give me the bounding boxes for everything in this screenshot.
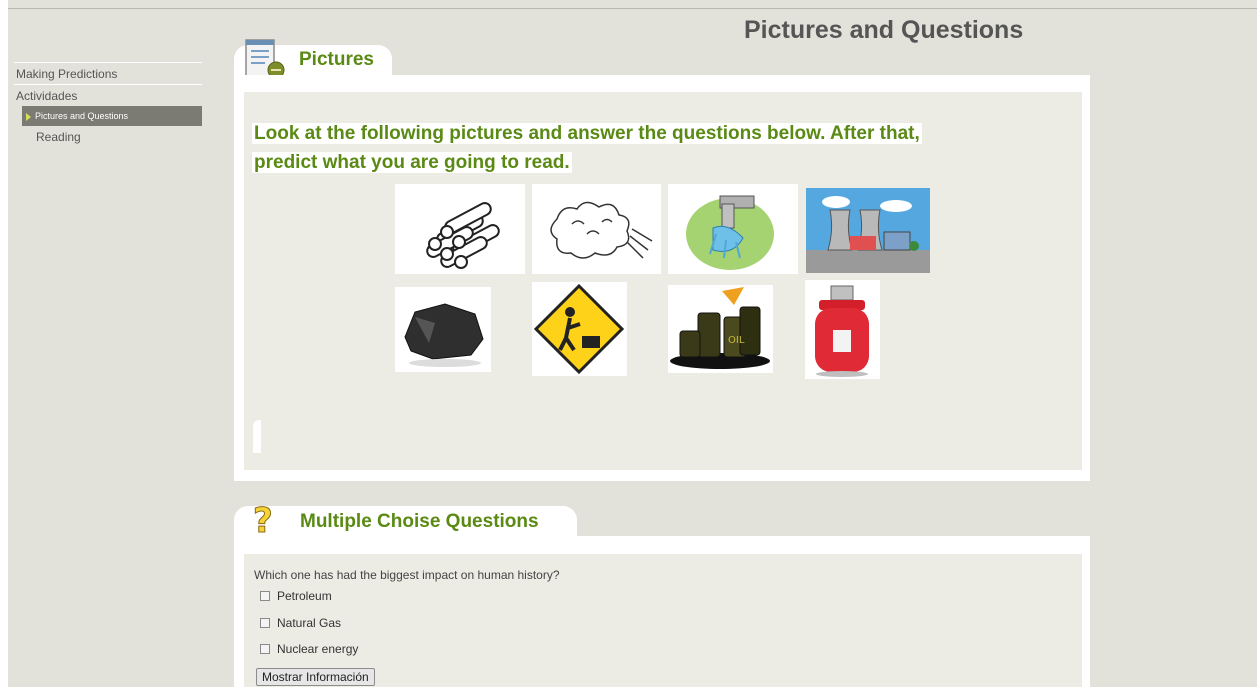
sidebar-item-pictures-and-questions[interactable]: Pictures and Questions	[22, 106, 202, 126]
instructions-line-1: Look at the following pictures and answe…	[252, 123, 922, 144]
sidebar-item-reading[interactable]: Reading	[14, 126, 202, 148]
sidebar-nav: Making Predictions Actividades Pictures …	[14, 62, 202, 148]
svg-text:?: ?	[253, 501, 273, 540]
top-divider	[8, 8, 1257, 9]
question-mark-icon: ?	[253, 501, 274, 541]
checkbox[interactable]	[260, 644, 270, 654]
option-label: Petroleum	[277, 589, 332, 603]
sidebar-item-making-predictions[interactable]: Making Predictions	[14, 62, 202, 84]
questions-tab-title: Multiple Choise Questions	[300, 511, 539, 532]
power-plant-image	[806, 188, 930, 273]
page-title: Pictures and Questions	[744, 16, 1024, 44]
instructions-text: Look at the following pictures and answe…	[252, 119, 1012, 177]
notepad-icon	[245, 39, 285, 79]
water-faucet-image	[668, 184, 798, 274]
show-information-button[interactable]: Mostrar Información	[256, 668, 375, 686]
svg-text:OIL: OIL	[728, 335, 745, 346]
sidebar-item-actividades[interactable]: Actividades	[14, 84, 202, 106]
option-nuclear-energy[interactable]: Nuclear energy	[260, 642, 358, 656]
sidebar-item-label: Making Predictions	[16, 67, 118, 81]
gas-cylinder-image	[805, 280, 880, 379]
option-natural-gas[interactable]: Natural Gas	[260, 616, 341, 630]
option-petroleum[interactable]: Petroleum	[260, 589, 332, 603]
window-left-edge	[0, 0, 8, 687]
pictures-tab-title: Pictures	[299, 49, 374, 70]
logs-image	[395, 184, 525, 274]
option-label: Natural Gas	[277, 616, 342, 630]
worker-sign-image	[532, 282, 627, 376]
question-text: Which one has had the biggest impact on …	[254, 568, 560, 582]
instructions-line-2: predict what you are going to read.	[252, 152, 572, 173]
sidebar-item-label: Pictures and Questions	[35, 111, 129, 121]
wind-image	[532, 184, 661, 274]
checkbox[interactable]	[260, 618, 270, 628]
arrow-right-icon	[26, 112, 31, 121]
sidebar-item-label: Reading	[36, 130, 81, 144]
sidebar-item-label: Actividades	[16, 89, 78, 103]
option-label: Nuclear energy	[277, 642, 359, 656]
coal-image	[395, 287, 491, 372]
checkbox[interactable]	[260, 591, 270, 601]
decorative-fragment	[253, 420, 261, 453]
oil-barrels-image: OIL	[668, 285, 773, 373]
